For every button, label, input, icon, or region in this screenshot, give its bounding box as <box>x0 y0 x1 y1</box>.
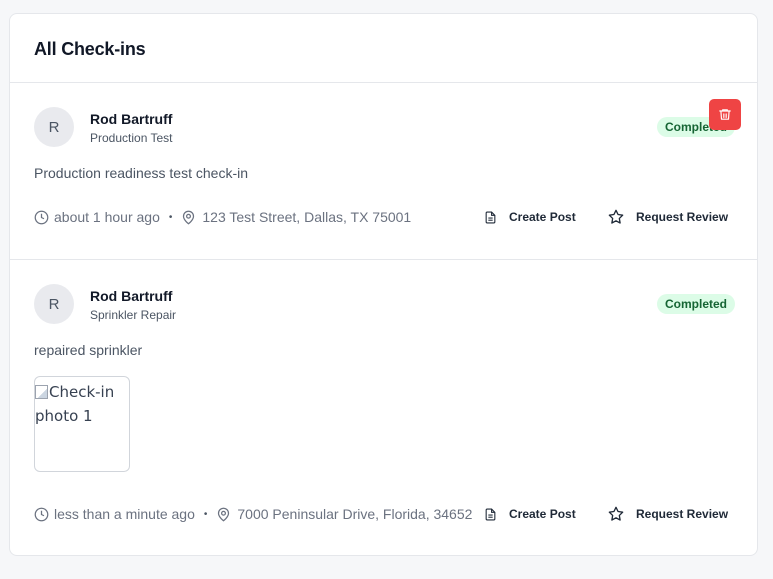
create-post-label: Create Post <box>509 507 576 521</box>
checkin-description: Production readiness test check-in <box>34 165 248 181</box>
request-review-button[interactable]: Request Review <box>608 504 728 524</box>
checkin-user-name: Rod Bartruff <box>90 288 173 304</box>
create-post-label: Create Post <box>509 210 576 224</box>
meta-separator: • <box>168 211 173 223</box>
page-title: All Check-ins <box>34 39 146 59</box>
star-icon <box>608 209 624 224</box>
checkin-service: Sprinkler Repair <box>90 308 177 322</box>
checkin-user-name: Rod Bartruff <box>90 111 173 127</box>
document-icon <box>485 508 496 520</box>
clock-icon <box>34 210 49 224</box>
checkin-item: R Rod Bartruff Sprinkler Repair Complete… <box>10 260 757 556</box>
avatar: R <box>34 107 74 147</box>
trash-icon <box>719 109 731 120</box>
status-badge: Completed <box>657 294 736 314</box>
request-review-button[interactable]: Request Review <box>608 207 728 227</box>
checkin-photo[interactable]: Check-in photo 1 <box>34 376 130 472</box>
star-icon <box>608 506 624 521</box>
create-post-button[interactable]: Create Post <box>484 207 576 227</box>
delete-button[interactable] <box>709 99 741 130</box>
map-pin-icon <box>218 507 230 522</box>
checkin-item: R Rod Bartruff Production Test Completed… <box>10 83 757 260</box>
document-icon <box>485 211 496 223</box>
checkin-time: about 1 hour ago <box>54 209 160 225</box>
checkin-time: less than a minute ago <box>54 506 195 522</box>
card-header: All Check-ins <box>10 14 757 83</box>
checkin-meta: less than a minute ago • 7000 Peninsular… <box>34 504 472 524</box>
clock-icon <box>34 507 49 521</box>
request-review-label: Request Review <box>636 507 729 521</box>
checkin-service: Production Test <box>90 131 173 145</box>
checkins-card: All Check-ins R Rod Bartruff Production … <box>9 13 758 556</box>
meta-separator: • <box>203 508 208 520</box>
avatar: R <box>34 284 74 324</box>
checkin-meta: about 1 hour ago • 123 Test Street, Dall… <box>34 207 411 227</box>
checkin-description: repaired sprinkler <box>34 342 143 358</box>
checkin-address: 7000 Peninsular Drive, Florida, 34652 <box>237 506 473 522</box>
map-pin-icon <box>183 210 195 225</box>
checkin-address: 123 Test Street, Dallas, TX 75001 <box>202 209 412 225</box>
create-post-button[interactable]: Create Post <box>484 504 576 524</box>
request-review-label: Request Review <box>636 210 729 224</box>
broken-image-icon <box>35 385 48 399</box>
